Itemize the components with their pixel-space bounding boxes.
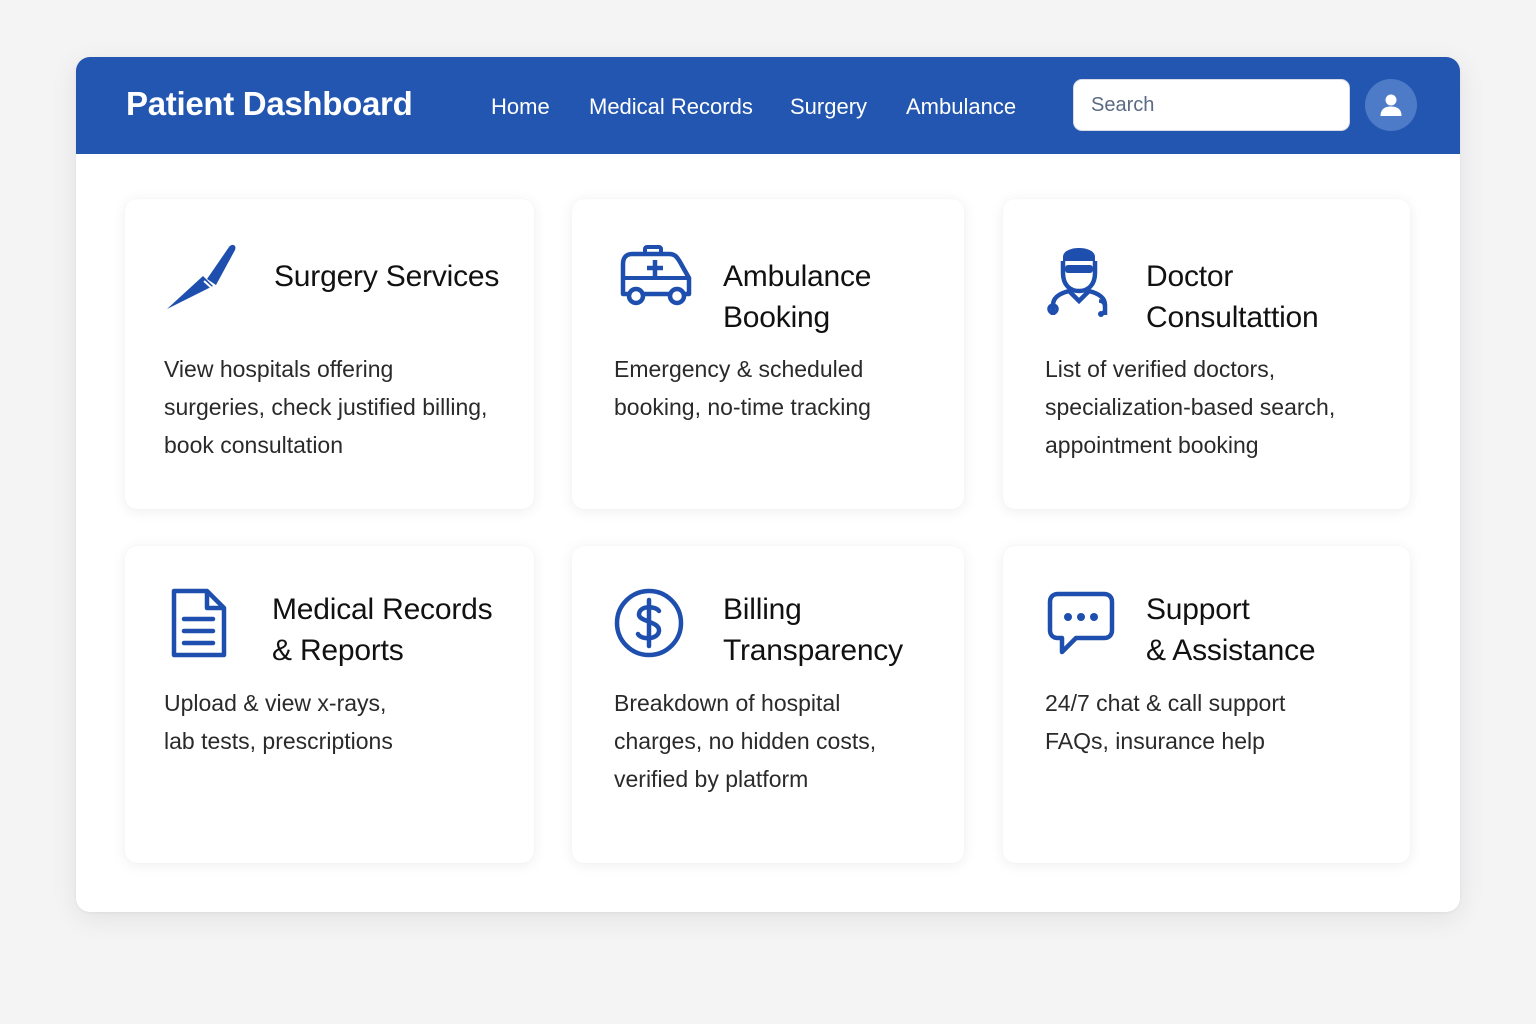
dashboard-window: Patient Dashboard Home Medical Records S… <box>76 57 1460 912</box>
card-title-line2: Consultattion <box>1146 301 1319 334</box>
doctor-icon <box>1047 248 1108 317</box>
card-description-line2: booking, no-time tracking <box>614 394 871 420</box>
scalpel-icon <box>167 244 236 309</box>
document-icon <box>171 588 227 658</box>
top-navbar: Patient Dashboard Home Medical Records S… <box>76 57 1460 154</box>
card-title-line2: Transparency <box>723 634 903 667</box>
card-description: Emergency & scheduled <box>614 356 864 382</box>
card-title: Ambulance <box>723 260 872 293</box>
card-description-line2: specialization-based search, <box>1045 394 1336 420</box>
user-icon <box>1380 94 1402 116</box>
chat-icon <box>1047 591 1115 655</box>
card-support-assistance[interactable]: Support & Assistance 24/7 chat & call su… <box>1003 546 1410 863</box>
card-billing-transparency[interactable]: Billing Transparency Breakdown of hospit… <box>572 546 964 863</box>
ambulance-icon <box>620 245 692 306</box>
card-description-line2: surgeries, check justified billing, <box>164 394 488 420</box>
card-description-line2: FAQs, insurance help <box>1045 728 1265 754</box>
card-description: 24/7 chat & call support <box>1045 690 1286 716</box>
card-title-line2: Booking <box>723 301 831 334</box>
card-title: Medical Records <box>272 593 493 626</box>
card-description: List of verified doctors, <box>1045 356 1276 382</box>
card-doctor-consultation[interactable]: Doctor Consultattion List of verified do… <box>1003 199 1410 509</box>
nav-medical-records[interactable]: Medical Records <box>589 94 753 120</box>
card-description: Upload & view x-rays, <box>164 690 387 716</box>
card-medical-records[interactable]: Medical Records & Reports Upload & view … <box>125 546 534 863</box>
card-description-line3: appointment booking <box>1045 432 1259 458</box>
avatar[interactable] <box>1365 79 1417 131</box>
card-description-line2: lab tests, prescriptions <box>164 728 393 754</box>
card-title-line2: & Reports <box>272 634 404 667</box>
dollar-icon <box>614 588 684 658</box>
nav-surgery[interactable]: Surgery <box>790 94 867 120</box>
card-description-line3: book consultation <box>164 432 344 458</box>
card-title: Doctor <box>1146 260 1234 293</box>
card-title: Support <box>1146 593 1250 626</box>
nav-home[interactable]: Home <box>491 94 550 120</box>
card-surgery-services[interactable]: Surgery Services View hospitals offering… <box>125 199 534 509</box>
card-description: View hospitals offering <box>164 356 394 382</box>
card-description: Breakdown of hospital <box>614 690 841 716</box>
card-description-line3: verified by platform <box>614 766 809 792</box>
card-title-line2: & Assistance <box>1146 634 1316 667</box>
card-ambulance-booking[interactable]: Ambulance Booking Emergency & scheduled … <box>572 199 964 509</box>
search-input[interactable] <box>1073 79 1350 131</box>
card-title: Billing <box>723 593 802 626</box>
nav-ambulance[interactable]: Ambulance <box>906 94 1016 120</box>
card-description-line2: charges, no hidden costs, <box>614 728 877 754</box>
card-title: Surgery Services <box>274 260 500 293</box>
